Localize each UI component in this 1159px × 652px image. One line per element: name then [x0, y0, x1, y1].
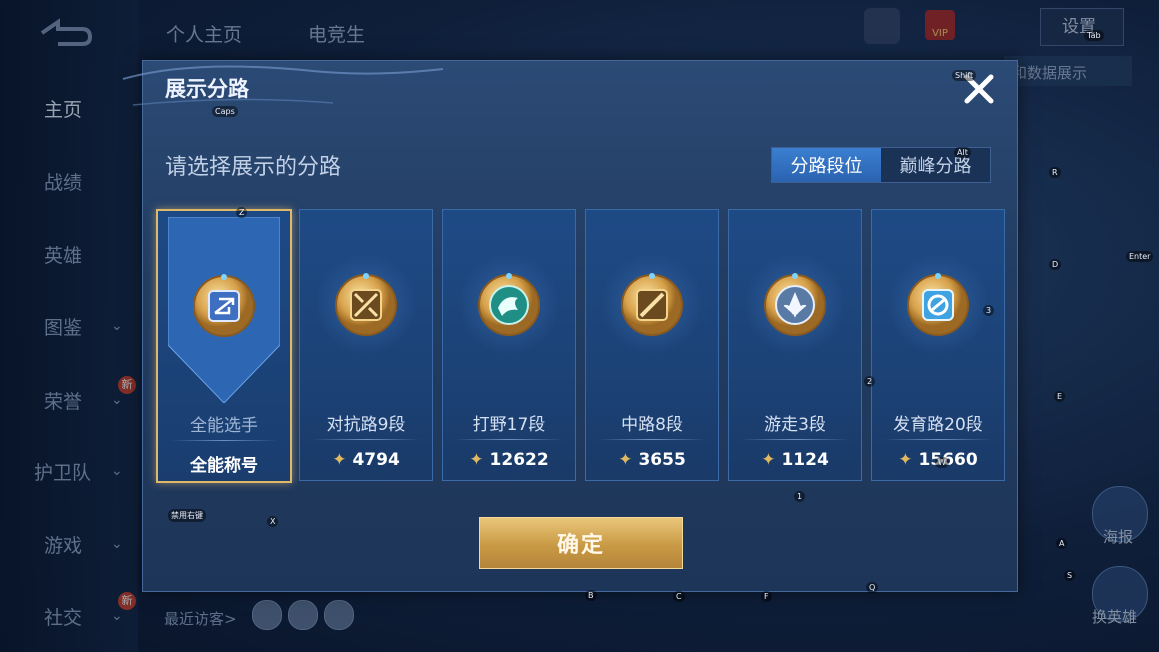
lane-score-value: 12622 — [489, 450, 549, 470]
card-divider — [741, 439, 849, 440]
card-divider — [170, 440, 278, 441]
lane-rank-label: 游走3段 — [764, 415, 826, 435]
score-crest-icon: ✦ — [618, 450, 633, 470]
mid-lane-emblem-graphic — [621, 273, 683, 336]
key-hint-b: B — [585, 590, 597, 601]
key-hint-shift: Shift — [952, 70, 977, 81]
key-hint-3: 3 — [983, 305, 995, 316]
key-hint-r: R — [1049, 167, 1061, 178]
lane-score-value: 3655 — [638, 450, 686, 470]
tab-peak-lane[interactable]: 巅峰分路 — [881, 148, 990, 182]
clash-lane-emblem-icon — [331, 270, 401, 340]
lane-score: ✦ 1124 — [729, 450, 861, 470]
allround-emblem-icon — [189, 271, 259, 341]
lane-card[interactable]: 发育路20段 ✦ 15660 — [871, 209, 1005, 481]
lane-rank-label: 打野17段 — [472, 415, 546, 435]
key-hint-d: D — [1049, 259, 1062, 270]
farm-lane-emblem-graphic — [907, 273, 969, 336]
lane-rank-label: 发育路20段 — [893, 415, 983, 435]
dialog-title: 展示分路 — [165, 77, 249, 101]
tab-lane-rank[interactable]: 分路段位 — [772, 148, 881, 182]
confirm-button[interactable]: 确定 — [479, 517, 683, 569]
lane-card[interactable]: 中路8段 ✦ 3655 — [585, 209, 719, 481]
score-crest-icon: ✦ — [332, 450, 347, 470]
lane-score-value: 1124 — [781, 450, 829, 470]
lane-card[interactable]: 全能选手 全能称号 — [156, 209, 292, 483]
lane-score-value: 4794 — [352, 450, 400, 470]
key-hint-e: E — [1054, 391, 1066, 402]
score-crest-icon: ✦ — [761, 450, 776, 470]
roam-emblem-graphic — [764, 273, 826, 336]
lane-score: ✦ 12622 — [443, 450, 575, 470]
jungle-emblem-icon — [474, 270, 544, 340]
key-hint-alt: Alt — [954, 147, 971, 158]
key-hint-disable-right-click: 禁用右键 — [168, 509, 206, 522]
lane-score-value: 全能称号 — [190, 456, 258, 476]
key-hint-s: S — [1064, 570, 1076, 581]
card-divider — [598, 439, 706, 440]
farm-lane-emblem-icon — [903, 270, 973, 340]
card-divider — [312, 439, 420, 440]
lane-rank-label: 中路8段 — [621, 415, 683, 435]
key-hint-caps: Caps — [212, 106, 238, 117]
key-hint-2: 2 — [864, 376, 876, 387]
allround-emblem-graphic — [193, 274, 255, 337]
dialog-subtitle: 请选择展示的分路 — [165, 155, 342, 180]
lane-rank-label: 全能选手 — [190, 416, 258, 436]
card-divider — [455, 439, 563, 440]
score-crest-icon: ✦ — [898, 450, 913, 470]
roam-emblem-icon — [760, 270, 830, 340]
title-swoosh-decoration — [122, 65, 444, 106]
lane-rank-label: 对抗路9段 — [326, 415, 406, 435]
lane-card[interactable]: 打野17段 ✦ 12622 — [442, 209, 576, 481]
key-hint-f: F — [761, 591, 772, 602]
lane-score: ✦ 4794 — [300, 450, 432, 470]
key-hint-enter: Enter — [1126, 251, 1154, 262]
show-lane-dialog: 展示分路 请选择展示的分路 分路段位 巅峰分路 全能选手 全能称号 对抗路9段 ✦ 47… — [122, 60, 1018, 592]
card-divider — [884, 439, 992, 440]
lane-score: 全能称号 — [158, 451, 290, 476]
score-crest-icon: ✦ — [469, 450, 484, 470]
clash-lane-emblem-graphic — [335, 273, 397, 336]
lane-card[interactable]: 对抗路9段 ✦ 4794 — [299, 209, 433, 481]
mid-lane-emblem-icon — [617, 270, 687, 340]
jungle-emblem-graphic — [478, 273, 540, 336]
key-hint-tab: Tab — [1084, 30, 1104, 41]
key-hint-w: W — [935, 457, 949, 468]
lane-card[interactable]: 游走3段 ✦ 1124 — [728, 209, 862, 481]
lane-score: ✦ 3655 — [586, 450, 718, 470]
key-hint-1: 1 — [794, 491, 806, 502]
key-hint-c: C — [673, 591, 685, 602]
